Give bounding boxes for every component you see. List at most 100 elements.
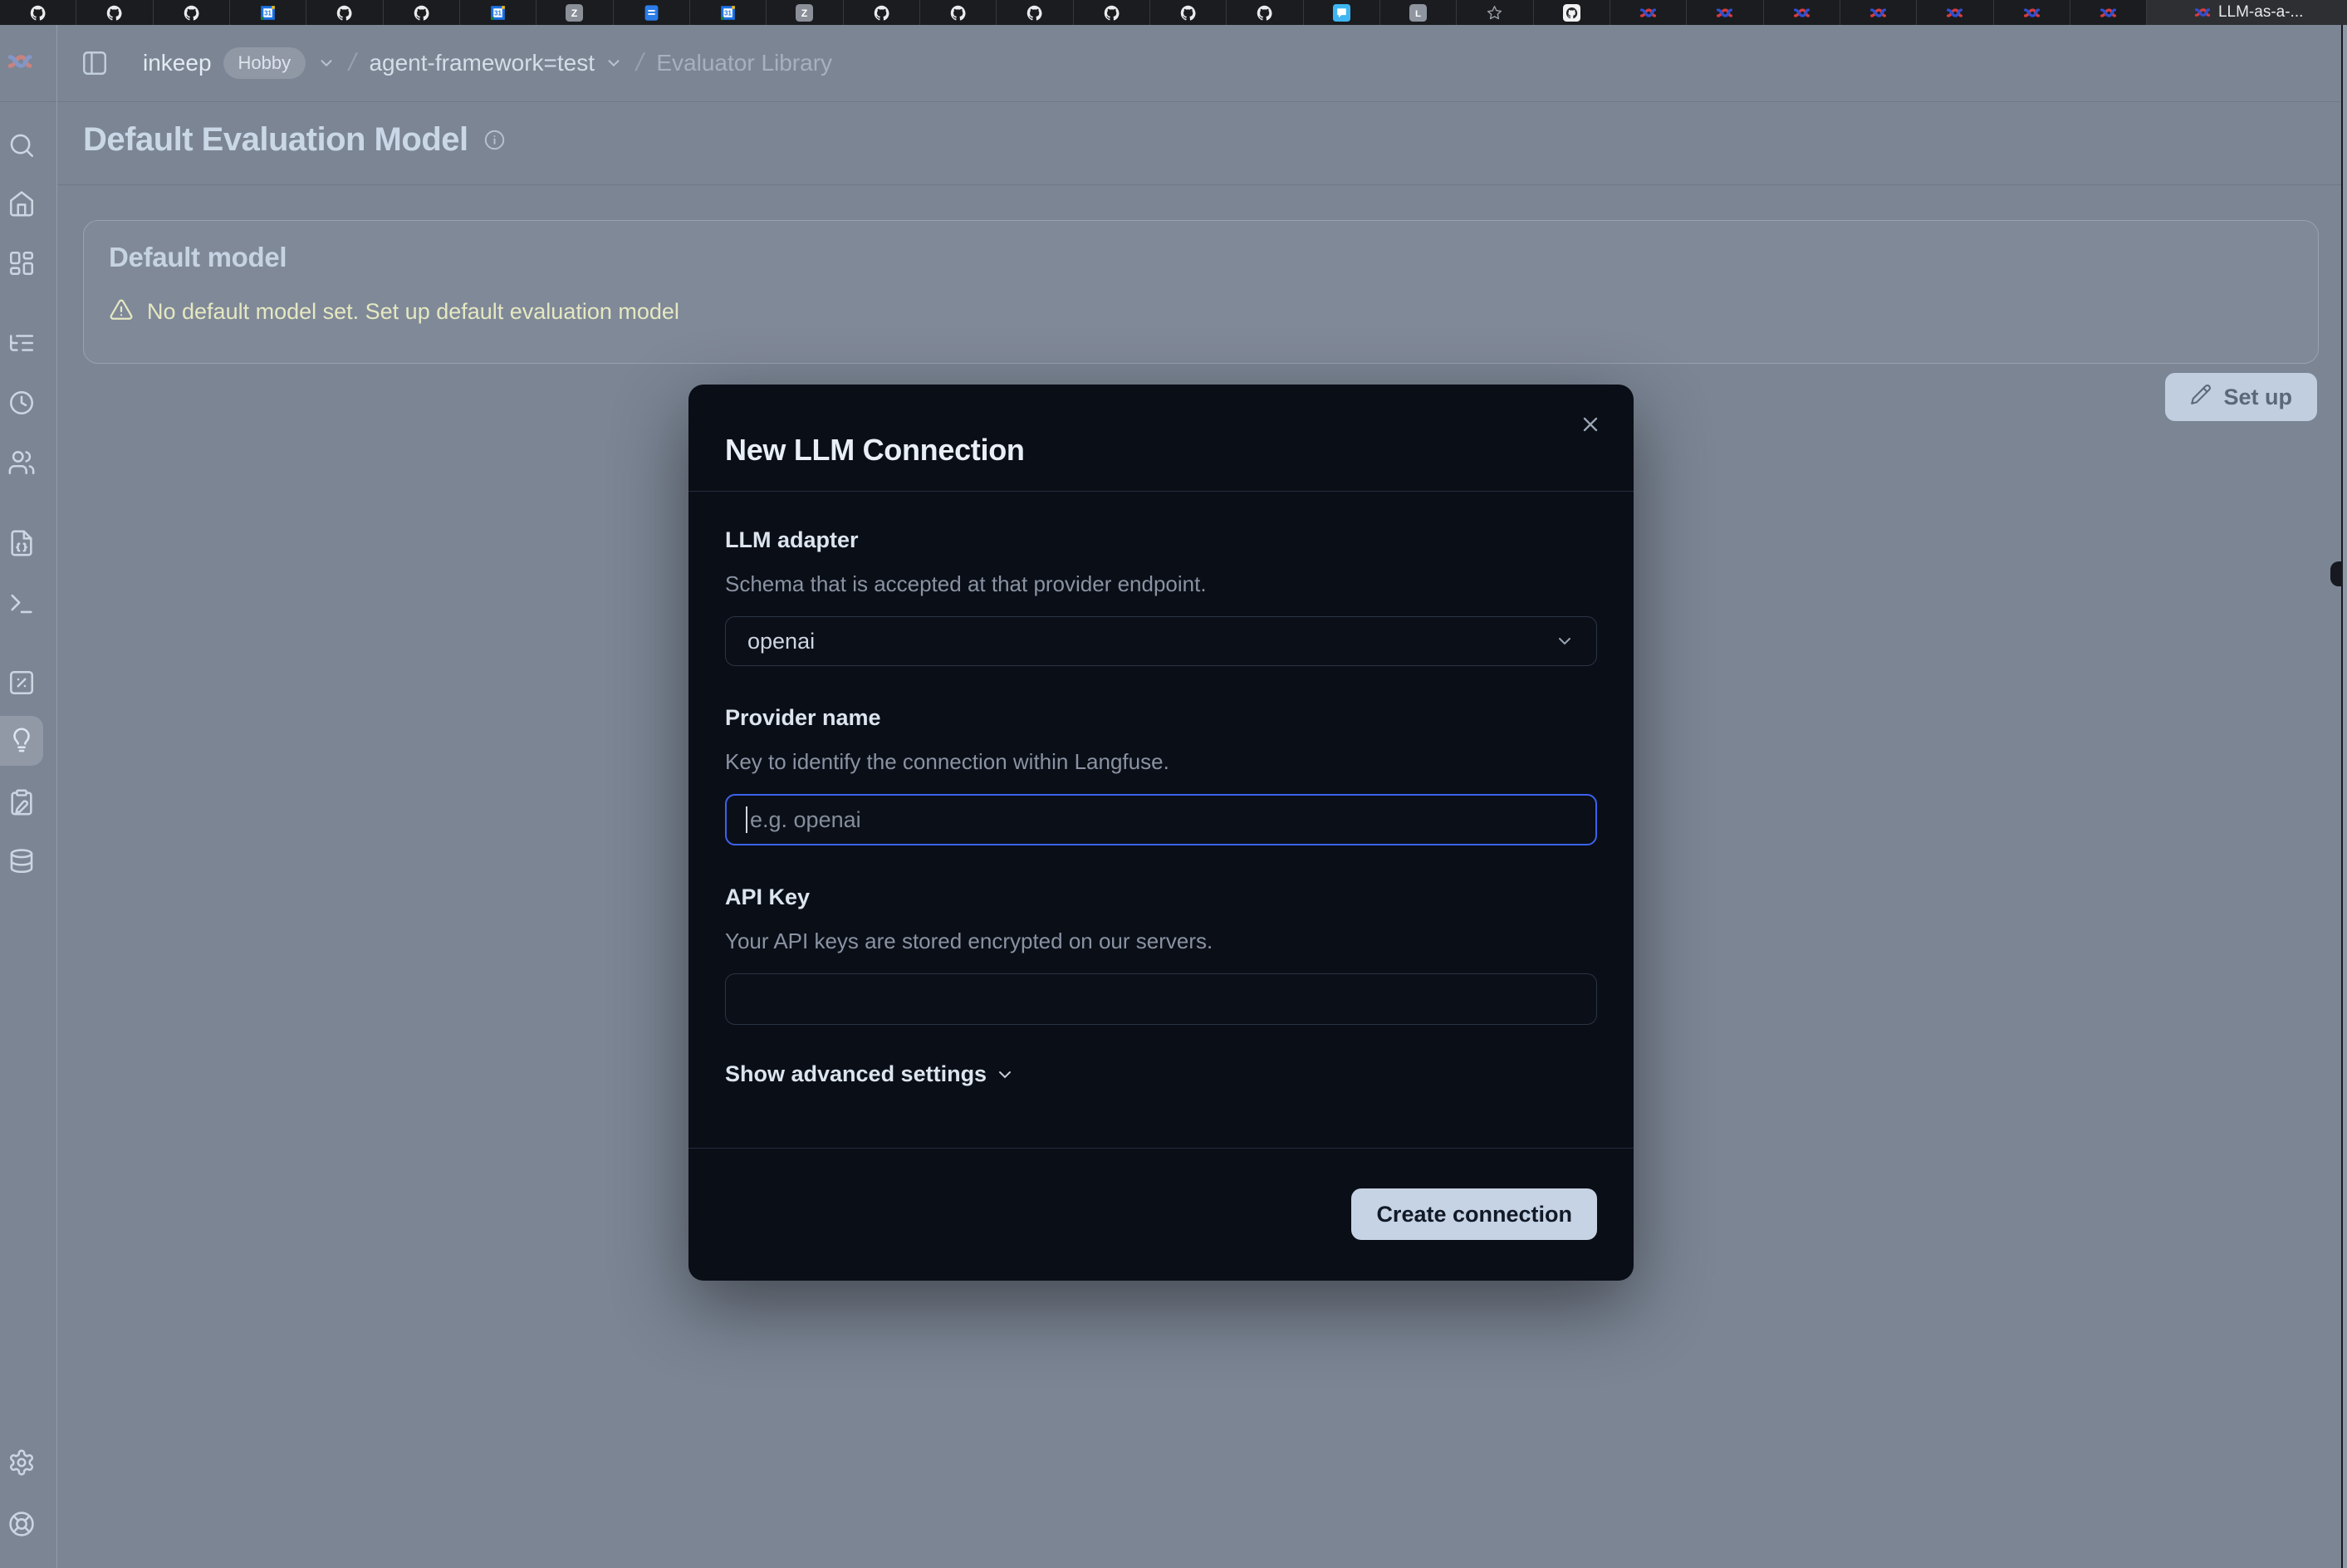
evaluation-icon bbox=[7, 669, 36, 697]
browser-tab[interactable] bbox=[1994, 0, 2070, 25]
browser-tab[interactable] bbox=[614, 0, 690, 25]
sidebar-item-tracing[interactable] bbox=[0, 318, 43, 368]
project-selector[interactable]: agent-framework=test bbox=[369, 50, 623, 76]
gcal-favicon-icon: 31 bbox=[259, 4, 277, 22]
browser-tab[interactable]: L bbox=[1380, 0, 1457, 25]
svg-text:Z: Z bbox=[571, 7, 578, 18]
breadcrumb-separator: / bbox=[345, 49, 359, 77]
browser-tab[interactable] bbox=[920, 0, 997, 25]
browser-tab[interactable] bbox=[1227, 0, 1303, 25]
support-icon bbox=[7, 1510, 36, 1538]
default-model-card: Default model No default model set. Set … bbox=[83, 220, 2319, 364]
api-key-label: API Key bbox=[725, 884, 1597, 910]
warning-text: No default model set. Set up default eva… bbox=[147, 299, 679, 325]
browser-tab[interactable]: 31 bbox=[460, 0, 537, 25]
browser-tab[interactable]: Z bbox=[537, 0, 613, 25]
close-icon[interactable] bbox=[1579, 413, 1602, 436]
modal-body: LLM adapter Schema that is accepted at t… bbox=[688, 492, 1634, 1087]
browser-tab[interactable]: 31 bbox=[230, 0, 306, 25]
chevron-down-icon bbox=[317, 54, 336, 72]
create-connection-label: Create connection bbox=[1376, 1202, 1572, 1227]
org-name: inkeep bbox=[143, 50, 212, 76]
github-favicon-icon bbox=[873, 4, 890, 22]
github-favicon-icon bbox=[1103, 4, 1120, 22]
browser-tab[interactable] bbox=[1917, 0, 1993, 25]
llm-adapter-label: LLM adapter bbox=[725, 527, 1597, 553]
sidebar-item-datasets[interactable] bbox=[0, 836, 43, 886]
sidebar-item-evaluation[interactable] bbox=[0, 658, 43, 708]
sidebar bbox=[0, 25, 57, 1568]
users-icon bbox=[7, 448, 36, 477]
browser-tab[interactable]: Z bbox=[767, 0, 843, 25]
browser-tab[interactable] bbox=[76, 0, 153, 25]
scrollbar-gutter[interactable] bbox=[2341, 25, 2347, 1568]
svg-text:31: 31 bbox=[264, 9, 272, 17]
browser-tab[interactable] bbox=[2070, 0, 2147, 25]
browser-tab[interactable] bbox=[0, 0, 76, 25]
langfuse-favicon-icon bbox=[1869, 4, 1887, 22]
sidebar-item-playground[interactable] bbox=[0, 579, 43, 629]
github-favicon-icon bbox=[413, 4, 430, 22]
svg-text:Z: Z bbox=[801, 7, 808, 18]
browser-tab[interactable] bbox=[154, 0, 230, 25]
sidebar-item-support[interactable] bbox=[0, 1499, 43, 1549]
browser-tab[interactable] bbox=[997, 0, 1073, 25]
browser-tab[interactable] bbox=[1457, 0, 1533, 25]
browser-tab[interactable] bbox=[844, 0, 920, 25]
sidebar-toggle-button[interactable] bbox=[80, 48, 110, 78]
api-key-input[interactable] bbox=[725, 973, 1597, 1025]
sidebar-item-dashboards[interactable] bbox=[0, 238, 43, 288]
show-advanced-settings-toggle[interactable]: Show advanced settings bbox=[725, 1061, 1597, 1087]
no-default-model-warning: No default model set. Set up default eva… bbox=[109, 297, 679, 326]
langfuse-favicon-icon bbox=[1639, 4, 1657, 22]
sidebar-item-home[interactable] bbox=[0, 179, 43, 228]
create-connection-button[interactable]: Create connection bbox=[1351, 1188, 1597, 1240]
project-name: agent-framework=test bbox=[369, 50, 595, 76]
sidebar-item-search[interactable] bbox=[0, 120, 43, 170]
modal-header: New LLM Connection bbox=[688, 385, 1634, 492]
langfuse-favicon-icon bbox=[1793, 4, 1810, 22]
sidebar-item-users[interactable] bbox=[0, 438, 43, 488]
browser-tab[interactable] bbox=[1840, 0, 1917, 25]
browser-tab[interactable] bbox=[1764, 0, 1840, 25]
browser-tab[interactable] bbox=[1687, 0, 1763, 25]
browser-tab[interactable]: 31 bbox=[690, 0, 767, 25]
datasets-icon bbox=[7, 847, 36, 875]
browser-tab[interactable] bbox=[384, 0, 460, 25]
browser-tab[interactable] bbox=[1304, 0, 1380, 25]
sidebar-item-prompts[interactable] bbox=[0, 518, 43, 568]
browser-tab[interactable] bbox=[1074, 0, 1150, 25]
info-icon[interactable] bbox=[483, 129, 506, 151]
github-light-favicon-icon bbox=[1563, 4, 1580, 22]
gcal-favicon-icon: 31 bbox=[489, 4, 507, 22]
browser-tab[interactable] bbox=[1150, 0, 1227, 25]
breadcrumb: inkeep Hobby / agent-framework=test / Ev… bbox=[80, 25, 832, 101]
sidebar-item-settings[interactable] bbox=[0, 1438, 43, 1487]
sidebar-item-sessions[interactable] bbox=[0, 378, 43, 428]
sidebar-item-llm-as-a-judge[interactable] bbox=[0, 716, 43, 766]
search-icon bbox=[7, 131, 36, 159]
breadcrumb-separator: / bbox=[633, 49, 646, 77]
set-up-button-label: Set up bbox=[2223, 385, 2292, 410]
l-favicon-icon: L bbox=[1409, 4, 1427, 22]
card-title: Default model bbox=[109, 242, 287, 273]
star-favicon-icon bbox=[1486, 4, 1503, 22]
sessions-icon bbox=[7, 389, 36, 417]
browser-tab[interactable] bbox=[1534, 0, 1610, 25]
llm-adapter-select[interactable]: openai bbox=[725, 616, 1597, 666]
provider-name-description: Key to identify the connection within La… bbox=[725, 749, 1597, 774]
pencil-icon bbox=[2190, 384, 2212, 411]
browser-tab-active[interactable]: LLM-as-a-... bbox=[2147, 0, 2347, 25]
sidebar-item-annotation[interactable] bbox=[0, 777, 43, 827]
playground-icon bbox=[7, 590, 36, 618]
org-selector[interactable]: inkeep Hobby bbox=[143, 47, 336, 79]
github-favicon-icon bbox=[105, 4, 123, 22]
set-up-button[interactable]: Set up bbox=[2165, 373, 2317, 421]
chat-favicon-icon bbox=[1333, 4, 1350, 22]
warning-triangle-icon bbox=[109, 297, 134, 326]
provider-name-input[interactable] bbox=[725, 794, 1597, 845]
browser-tab[interactable] bbox=[1610, 0, 1687, 25]
github-favicon-icon bbox=[336, 4, 353, 22]
prompts-icon bbox=[7, 529, 36, 557]
browser-tab[interactable] bbox=[306, 0, 383, 25]
